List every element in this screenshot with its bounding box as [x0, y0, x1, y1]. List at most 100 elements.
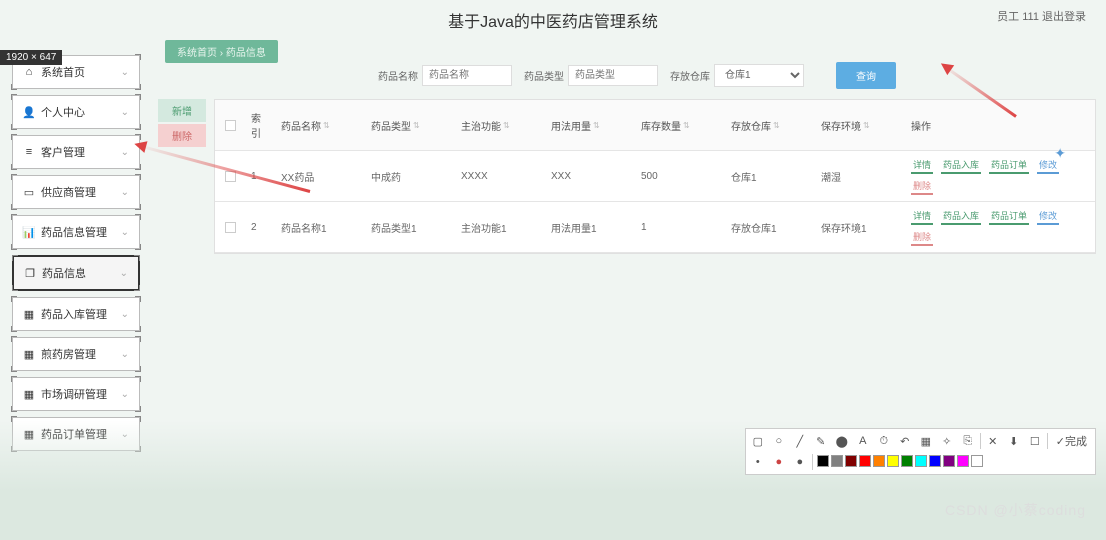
shape-small-icon[interactable]: •: [749, 453, 767, 471]
time-icon[interactable]: ⏱: [875, 432, 893, 450]
op-detail[interactable]: 详情: [911, 157, 933, 174]
sidebar-item-label: 客户管理: [41, 144, 85, 160]
sidebar-item-label: 市场调研管理: [41, 386, 107, 402]
copy-icon[interactable]: ☐: [1026, 432, 1044, 450]
screenshot-toolbar: ▢ ○ ╱ ✎ ⬤ A ⏱ ↶ ▦ ✧ ⎘ ✕ ⬇ ☐ ✓完成 • ● ●: [745, 428, 1096, 475]
col-header[interactable]: 操作: [905, 100, 1095, 150]
col-header[interactable]: 库存数量: [635, 100, 725, 150]
checkbox[interactable]: [225, 171, 236, 182]
col-header[interactable]: 保存环境: [815, 100, 905, 150]
annotation-star: ✦: [1054, 145, 1066, 162]
cell-usage: 用法用量1: [545, 202, 635, 252]
color-swatch[interactable]: [859, 455, 871, 467]
op-order[interactable]: 药品订单: [989, 157, 1029, 174]
mosaic-icon[interactable]: ▦: [917, 432, 935, 450]
op-modify[interactable]: 修改: [1037, 208, 1059, 225]
color-swatch[interactable]: [971, 455, 983, 467]
sidebar-item-药品入库管理[interactable]: ▦药品入库管理 ⌄: [12, 297, 140, 331]
monitor-icon: ▭: [23, 186, 35, 198]
op-detail[interactable]: 详情: [911, 208, 933, 225]
col-header[interactable]: 存放仓库: [725, 100, 815, 150]
op-stock-in[interactable]: 药品入库: [941, 208, 981, 225]
cell-type: 药品类型1: [365, 202, 455, 252]
col-header[interactable]: 药品类型: [365, 100, 455, 150]
chevron-down-icon: ⌄: [121, 147, 129, 158]
color-swatch[interactable]: [915, 455, 927, 467]
shape-med-icon[interactable]: ●: [770, 453, 788, 471]
main-content: 药品名称 药品类型 存放仓库 仓库1 查询 新增 删除 索引药品名称药品类型主治…: [158, 58, 1096, 254]
sidebar-item-市场调研管理[interactable]: ▦市场调研管理 ⌄: [12, 377, 140, 411]
done-button[interactable]: ✓完成: [1051, 432, 1092, 450]
color-swatch[interactable]: [845, 455, 857, 467]
sidebar-item-label: 药品信息: [42, 265, 86, 281]
list-icon: ≡: [23, 146, 35, 158]
cell-idx: 2: [245, 202, 275, 252]
chevron-down-icon: ⌄: [121, 67, 129, 78]
user-label: 员工 111: [997, 11, 1039, 23]
sidebar-item-药品信息[interactable]: ❐ 药品信息 ⌄: [12, 255, 140, 291]
color-swatch[interactable]: [817, 455, 829, 467]
filter-type-input[interactable]: [568, 65, 658, 86]
circle-icon[interactable]: ○: [770, 432, 788, 450]
col-header[interactable]: 主治功能: [455, 100, 545, 150]
cell-env: 保存环境1: [815, 202, 905, 252]
chevron-down-icon: ⌄: [121, 187, 129, 198]
cell-stock: 500: [635, 151, 725, 201]
op-delete[interactable]: 删除: [911, 229, 933, 246]
marker-icon[interactable]: ⬤: [833, 432, 851, 450]
sidebar-item-药品信息管理[interactable]: 📊药品信息管理 ⌄: [12, 215, 140, 249]
sidebar-item-供应商管理[interactable]: ▭ 供应商管理 ⌄: [12, 175, 140, 209]
chevron-down-icon: ⌄: [120, 268, 128, 279]
delete-button[interactable]: 删除: [158, 124, 206, 147]
color-swatch[interactable]: [901, 455, 913, 467]
color-swatch[interactable]: [957, 455, 969, 467]
cell-store: 存放仓库1: [725, 202, 815, 252]
op-stock-in[interactable]: 药品入库: [941, 157, 981, 174]
cell-stock: 1: [635, 202, 725, 252]
table-header: 索引药品名称药品类型主治功能用法用量库存数量存放仓库保存环境操作: [215, 100, 1095, 151]
cell-ops: 详情 药品入库 药品订单 修改 删除: [905, 202, 1095, 252]
op-order[interactable]: 药品订单: [989, 208, 1029, 225]
col-header[interactable]: 药品名称: [275, 100, 365, 150]
sidebar-item-label: 供应商管理: [41, 184, 96, 200]
save-icon[interactable]: ⬇: [1005, 432, 1023, 450]
op-delete[interactable]: 删除: [911, 178, 933, 195]
sidebar-item-客户管理[interactable]: ≡ 客户管理 ⌄: [12, 135, 140, 169]
checkbox[interactable]: [225, 222, 236, 233]
grid-icon: ▦: [23, 308, 35, 320]
pencil-icon[interactable]: ✎: [812, 432, 830, 450]
cell-type: 中成药: [365, 151, 455, 201]
cell-func: 主治功能1: [455, 202, 545, 252]
color-swatch[interactable]: [873, 455, 885, 467]
col-header[interactable]: 用法用量: [545, 100, 635, 150]
cell-ops: 详情 药品入库 药品订单 修改 删除: [905, 151, 1095, 201]
text-icon[interactable]: A: [854, 432, 872, 450]
search-button[interactable]: 查询: [836, 62, 896, 89]
doc-icon: ❐: [24, 267, 36, 279]
chevron-down-icon: ⌄: [121, 349, 129, 360]
checkbox-all[interactable]: [225, 120, 236, 131]
sidebar-item-煎药房管理[interactable]: ▦煎药房管理 ⌄: [12, 337, 140, 371]
color-swatch[interactable]: [929, 455, 941, 467]
table-row: 1 XX药品 中成药 XXXX XXX 500 仓库1 潮湿 详情 药品入库 药…: [215, 151, 1095, 202]
filter-store-select[interactable]: 仓库1: [714, 64, 804, 87]
color-swatch[interactable]: [887, 455, 899, 467]
col-header[interactable]: 索引: [245, 100, 275, 150]
rect-icon[interactable]: ▢: [749, 432, 767, 450]
line-icon[interactable]: ╱: [791, 432, 809, 450]
filter-name-input[interactable]: [422, 65, 512, 86]
color-swatch[interactable]: [943, 455, 955, 467]
logout-link[interactable]: 退出登录: [1042, 11, 1086, 23]
add-button[interactable]: 新增: [158, 99, 206, 122]
page-title: 基于Java的中医药店管理系统: [0, 0, 1106, 40]
sidebar-item-个人中心[interactable]: 👤个人中心 ⌄: [12, 95, 140, 129]
cell-name: XX药品: [275, 151, 365, 201]
chevron-down-icon: ⌄: [121, 309, 129, 320]
pin-icon[interactable]: ✧: [938, 432, 956, 450]
capture-icon[interactable]: ⎘: [959, 432, 977, 450]
color-swatch[interactable]: [831, 455, 843, 467]
sidebar-item-label: 煎药房管理: [41, 346, 96, 362]
cancel-icon[interactable]: ✕: [984, 432, 1002, 450]
shape-large-icon[interactable]: ●: [791, 453, 809, 471]
undo-icon[interactable]: ↶: [896, 432, 914, 450]
